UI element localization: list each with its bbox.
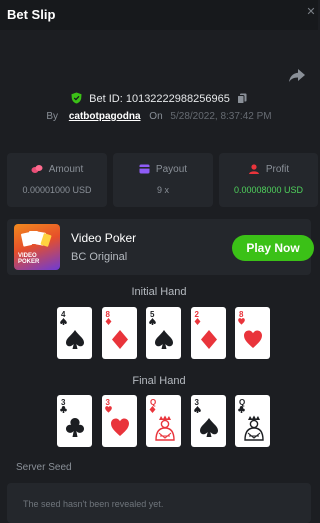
profit-icon xyxy=(248,164,260,177)
amount-value: 0.00001000 USD xyxy=(22,185,92,195)
diamond-small-icon xyxy=(149,406,156,413)
diamond-icon xyxy=(200,330,217,349)
initial-hand-title: Initial Hand xyxy=(131,286,187,298)
final-hand-card-1: 3 xyxy=(57,395,92,447)
club-icon xyxy=(66,418,84,437)
initial-hand-card-1: 4 xyxy=(57,307,92,359)
final-hand-title: Final Hand xyxy=(132,375,186,387)
bet-byline: By catbotpagodna On 5/28/2022, 8:37:42 P… xyxy=(0,111,318,122)
heart-icon xyxy=(110,418,129,436)
video-poker-thumbnail[interactable]: VIDEO POKER xyxy=(14,224,60,270)
initial-hand-card-3: 5 xyxy=(146,307,181,359)
play-now-button[interactable]: Play Now xyxy=(232,235,314,261)
payout-label: Payout xyxy=(155,164,188,175)
queen-face-icon xyxy=(155,415,175,441)
diamond-small-icon xyxy=(194,318,200,325)
final-hand-card-4: 3 xyxy=(190,395,226,447)
stat-payout: Payout 9 x xyxy=(113,153,213,207)
diamond-icon xyxy=(111,330,128,349)
stat-amount: Amount 0.00001000 USD xyxy=(7,153,107,207)
bet-id-row: Bet ID: 10132222988256965 xyxy=(0,92,318,107)
final-hand-card-2: 3 xyxy=(101,395,137,447)
spade-icon xyxy=(155,330,173,349)
username-link[interactable]: catbotpagodna xyxy=(69,111,141,122)
profit-value: 0.00008000 USD xyxy=(233,185,304,195)
final-hand-card-5: Q xyxy=(235,395,270,447)
initial-hand-card-4: 2 xyxy=(190,307,226,359)
bet-id-text: Bet ID: 10132222988256965 xyxy=(89,93,230,105)
spade-icon xyxy=(66,330,84,349)
close-icon[interactable]: ✕ xyxy=(304,5,318,18)
spade-small-icon xyxy=(60,318,67,325)
profit-label: Profit xyxy=(265,164,290,175)
heart-icon xyxy=(244,330,262,348)
server-seed-box: The seed hasn't been revealed yet. xyxy=(7,483,311,523)
shield-icon xyxy=(71,92,82,107)
coins-icon xyxy=(31,164,43,177)
final-hand-card-3: Q xyxy=(146,395,181,447)
spade-small-icon xyxy=(149,318,156,325)
stat-profit: Profit 0.00008000 USD xyxy=(219,153,318,207)
queen-face-icon xyxy=(244,415,264,441)
payout-icon xyxy=(139,164,150,177)
game-card: VIDEO POKER Video Poker BC Original Play… xyxy=(7,219,314,275)
bet-slip-header: Bet Slip ✕ xyxy=(0,0,318,30)
heart-small-icon xyxy=(104,406,112,413)
thumbnail-text-poker: POKER xyxy=(18,259,40,265)
club-small-icon xyxy=(60,406,67,413)
copy-icon[interactable] xyxy=(236,93,247,107)
club-small-icon xyxy=(238,406,245,413)
amount-label: Amount xyxy=(48,164,84,175)
on-label: On xyxy=(149,111,163,122)
by-label: By xyxy=(46,111,59,122)
heart-small-icon xyxy=(238,318,245,325)
share-icon[interactable] xyxy=(288,68,306,84)
game-name: Video Poker xyxy=(71,231,137,245)
bet-timestamp: 5/28/2022, 8:37:42 PM xyxy=(170,111,272,122)
game-subtitle: BC Original xyxy=(71,251,128,263)
page-title: Bet Slip xyxy=(7,7,56,22)
spade-icon xyxy=(199,418,218,437)
server-seed-title: Server Seed xyxy=(16,462,72,473)
server-seed-text: The seed hasn't been revealed yet. xyxy=(23,499,164,509)
diamond-small-icon xyxy=(105,318,111,325)
initial-hand-card-5: 8 xyxy=(235,307,270,359)
initial-hand-card-2: 8 xyxy=(101,307,137,359)
spade-small-icon xyxy=(193,406,201,413)
payout-value: 9 x xyxy=(156,185,169,195)
